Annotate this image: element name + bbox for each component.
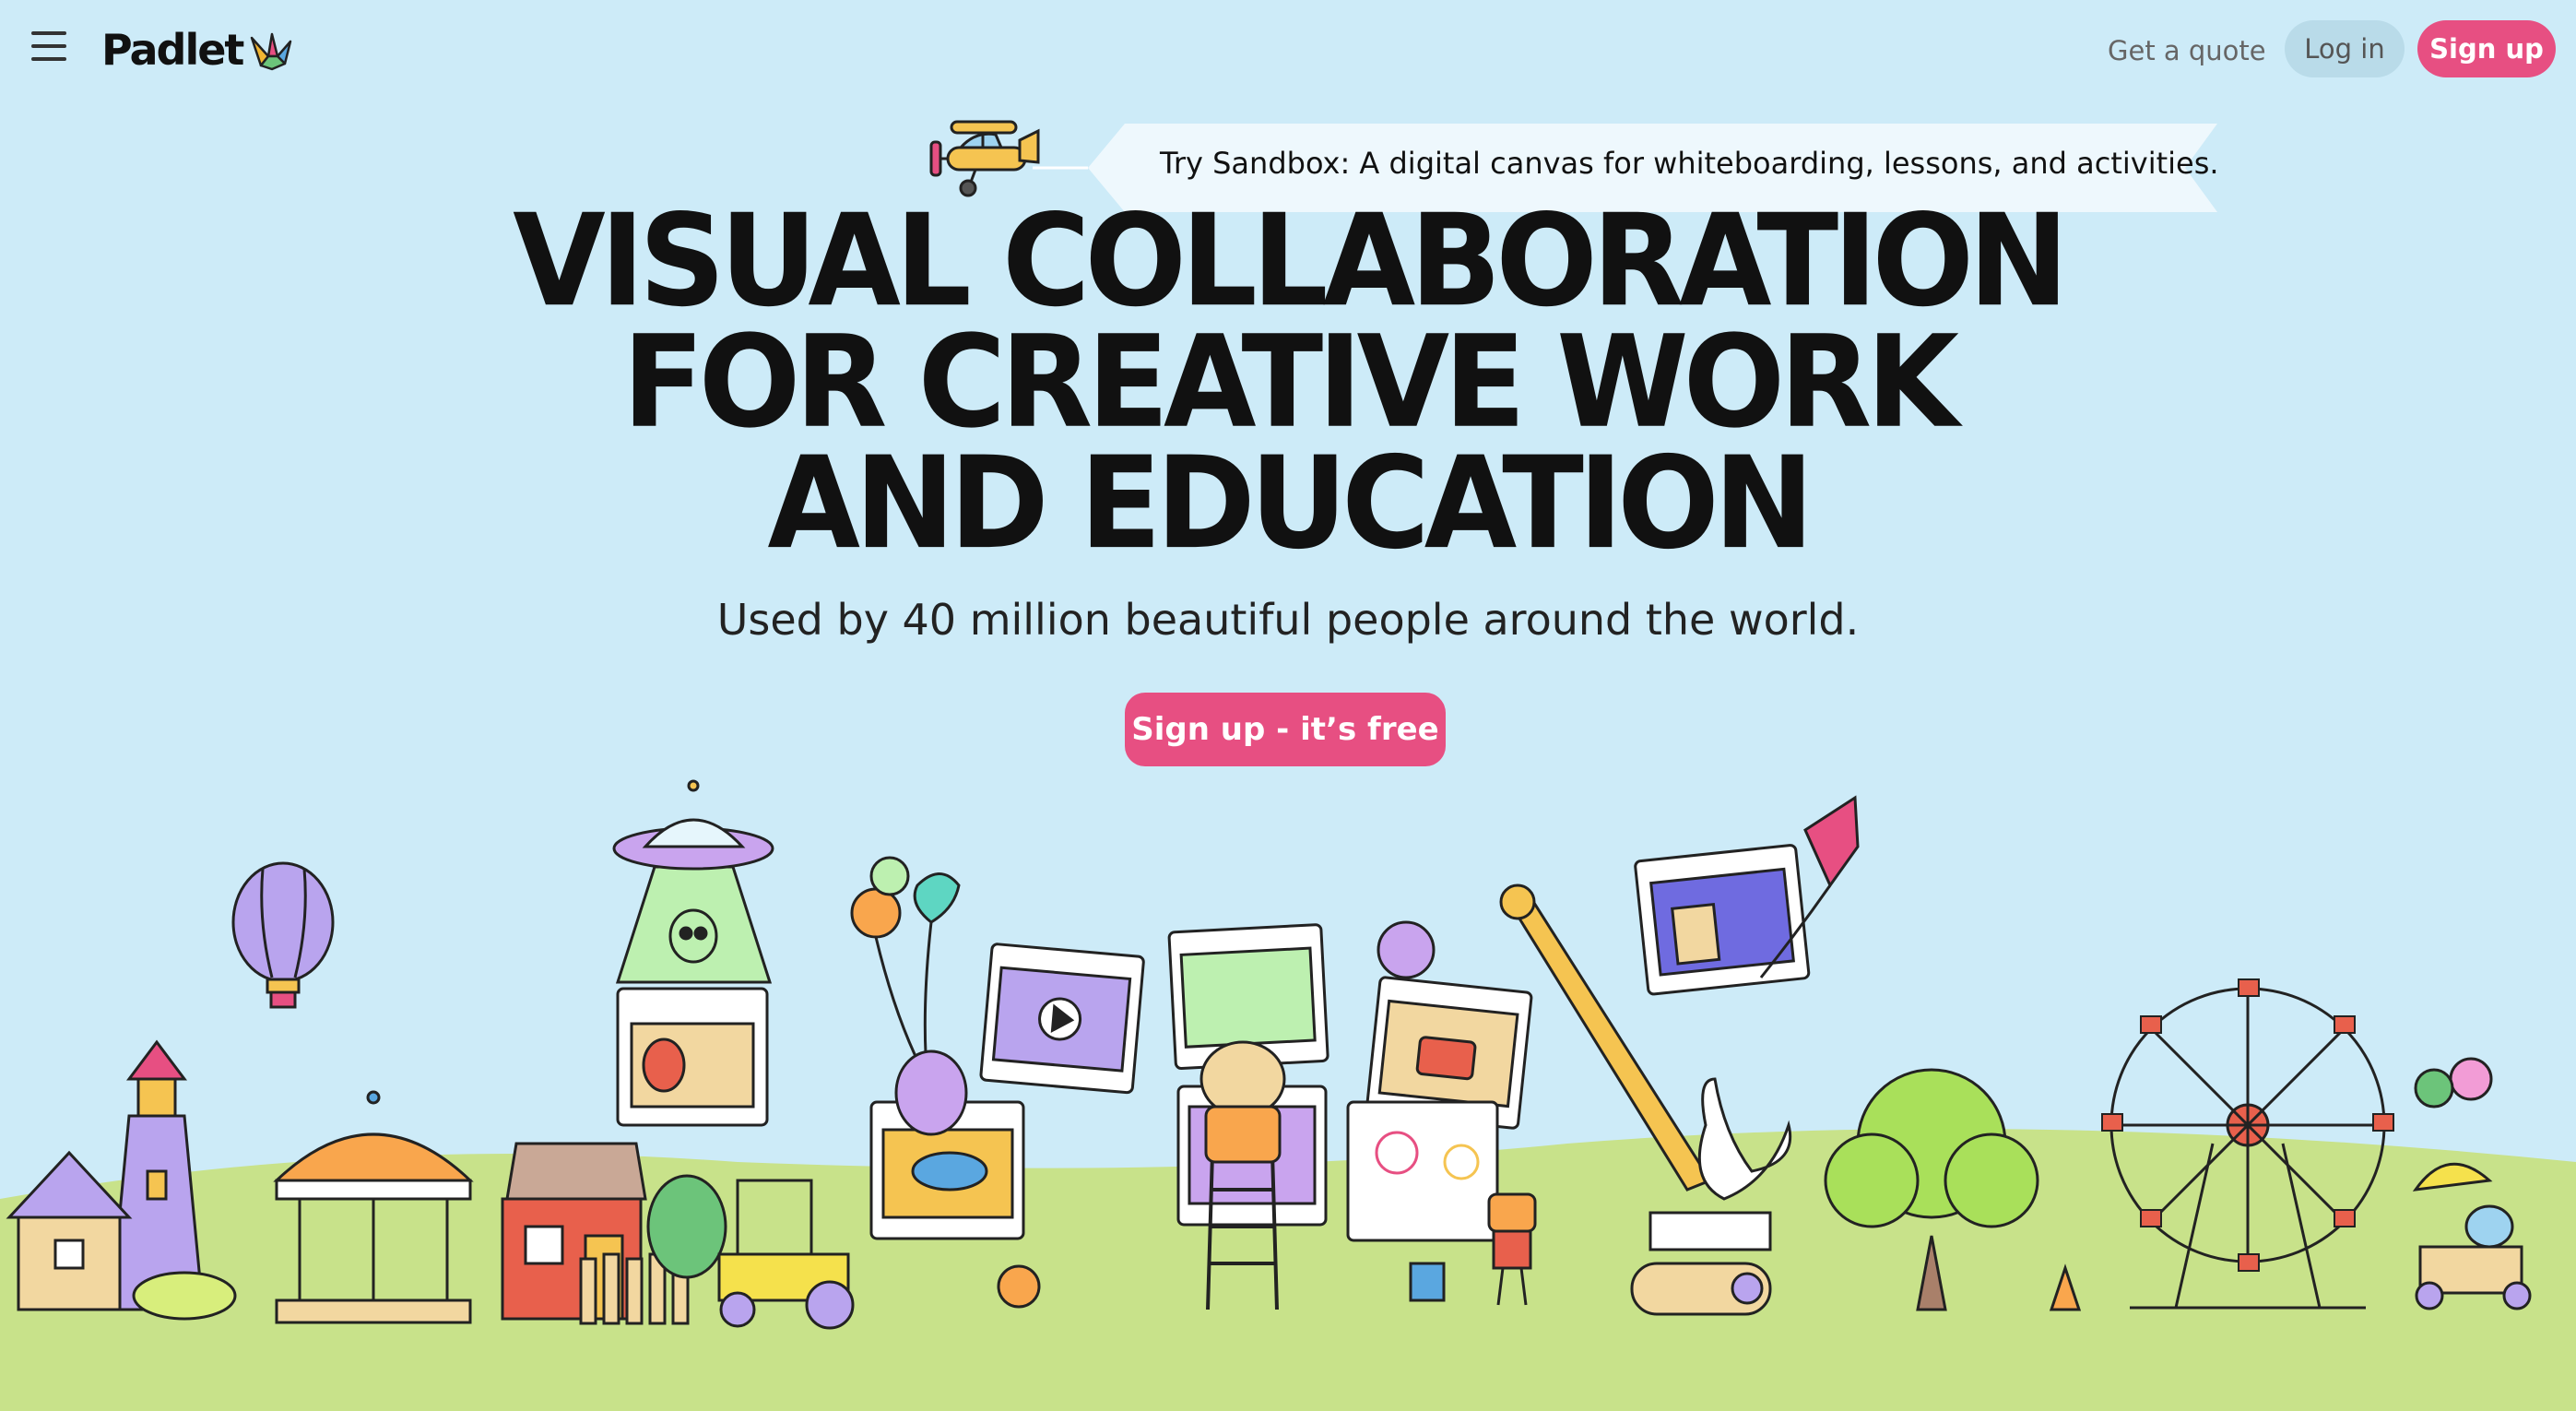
balloons-icon [850, 856, 961, 1071]
padlet-post-card [1346, 1100, 1499, 1242]
beach-ball-icon [997, 1264, 1041, 1309]
promo-banner-text[interactable]: Try Sandbox: A digital canvas for whiteb… [1160, 146, 2219, 181]
hero-title: VISUAL COLLABORATION FOR CREATIVE WORK A… [350, 186, 2226, 577]
hot-air-balloon-icon [231, 861, 335, 1009]
lighthouse-icon [109, 1039, 205, 1311]
padlet-post-card [979, 943, 1145, 1095]
alien-icon [668, 908, 718, 964]
hero-title-line: AND EDUCATION [767, 428, 1814, 577]
get-a-quote-link[interactable]: Get a quote [2095, 26, 2279, 76]
sign-up-button[interactable]: Sign up [2417, 20, 2556, 77]
paper-crane-icon [251, 32, 292, 71]
koala-icon [1377, 920, 1436, 979]
hero-illustration [0, 779, 2576, 1411]
hamburger-menu-icon[interactable] [28, 31, 70, 68]
bear-worker-icon [1199, 1040, 1286, 1164]
padlet-post-card [616, 987, 769, 1127]
bush-icon [132, 1271, 237, 1321]
log-in-button[interactable]: Log in [2285, 20, 2405, 77]
logo-wordmark: Padlet [101, 25, 244, 75]
signup-free-button[interactable]: Sign up - it’s free [1125, 693, 1446, 766]
padlet-logo[interactable]: Padlet [101, 22, 296, 77]
hero-title-line: VISUAL COLLABORATION [513, 186, 2069, 336]
padlet-post-card [1634, 844, 1811, 996]
red-house-icon [501, 1142, 647, 1321]
hippo-icon [894, 1049, 968, 1136]
hero-title-line: FOR CREATIVE WORK [622, 307, 1959, 456]
house-icon [6, 1150, 133, 1311]
hero-subtitle: Used by 40 million beautiful people arou… [716, 595, 1860, 645]
top-nav-bar: Padlet Get a quote Log in Sign up [0, 0, 2576, 100]
paint-bucket-icon [1409, 1262, 1446, 1302]
shrub-icon [646, 1174, 727, 1279]
